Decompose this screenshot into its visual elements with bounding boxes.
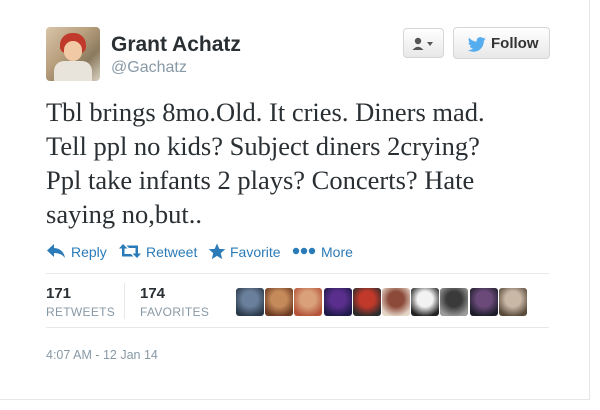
tweet-timestamp[interactable]: 4:07 AM - 12 Jan 14 xyxy=(46,348,158,362)
avatar-shirt xyxy=(54,61,92,81)
reply-label: Reply xyxy=(71,244,107,260)
tweet-line: Tell ppl no kids? Subject diners 2crying… xyxy=(46,131,480,161)
divider xyxy=(46,327,549,328)
favoriter-avatar-9[interactable] xyxy=(469,288,498,316)
star-icon xyxy=(208,243,226,260)
follow-button[interactable]: Follow xyxy=(453,27,550,59)
favoriter-avatar-10[interactable] xyxy=(498,288,527,316)
favoriter-avatar-6[interactable] xyxy=(382,288,410,316)
favoriter-avatar-5[interactable] xyxy=(352,288,381,316)
tweet-line: Tbl brings 8mo.Old. It cries. Diners mad… xyxy=(46,97,485,127)
twitter-bird-icon xyxy=(467,37,486,52)
tweet-line: saying no,but.. xyxy=(46,199,203,229)
retweet-count-label[interactable]: RETWEETS xyxy=(46,305,115,319)
retweet-icon xyxy=(119,244,141,258)
follow-button-label: Follow xyxy=(491,35,539,52)
tweet-line: Ppl take infants 2 plays? Concerts? Hate xyxy=(46,165,475,195)
retweet-count[interactable]: 171 xyxy=(46,285,71,302)
favorite-count-label[interactable]: FAVORITES xyxy=(140,305,209,319)
favoriter-avatar-3[interactable] xyxy=(294,288,323,316)
favoriter-avatar-8[interactable] xyxy=(440,288,469,316)
user-actions-dropdown-button[interactable] xyxy=(403,28,444,58)
more-label: More xyxy=(321,244,353,260)
avatar-face xyxy=(64,41,82,61)
person-dropdown-icon xyxy=(412,37,433,50)
more-dots-icon xyxy=(292,247,316,255)
tweet-text: Tbl brings 8mo.Old. It cries. Diners mad… xyxy=(46,95,576,231)
user-full-name[interactable]: Grant Achatz xyxy=(111,33,241,57)
divider xyxy=(46,273,549,274)
user-handle[interactable]: @Gachatz xyxy=(111,59,187,77)
favorite-label: Favorite xyxy=(230,244,281,260)
favorite-count[interactable]: 174 xyxy=(140,285,165,302)
favoriter-avatar-4[interactable] xyxy=(323,288,352,316)
favoriter-avatar-1[interactable] xyxy=(236,288,264,316)
favoriter-avatar-2[interactable] xyxy=(265,288,294,316)
user-avatar[interactable] xyxy=(46,27,100,81)
retweet-label: Retweet xyxy=(146,244,198,260)
stats-separator xyxy=(124,283,125,319)
favoriter-avatar-7[interactable] xyxy=(411,288,440,316)
tweet-card: Grant Achatz @Gachatz Follow Tbl brings … xyxy=(0,0,590,400)
reply-arrow-icon xyxy=(47,244,65,258)
